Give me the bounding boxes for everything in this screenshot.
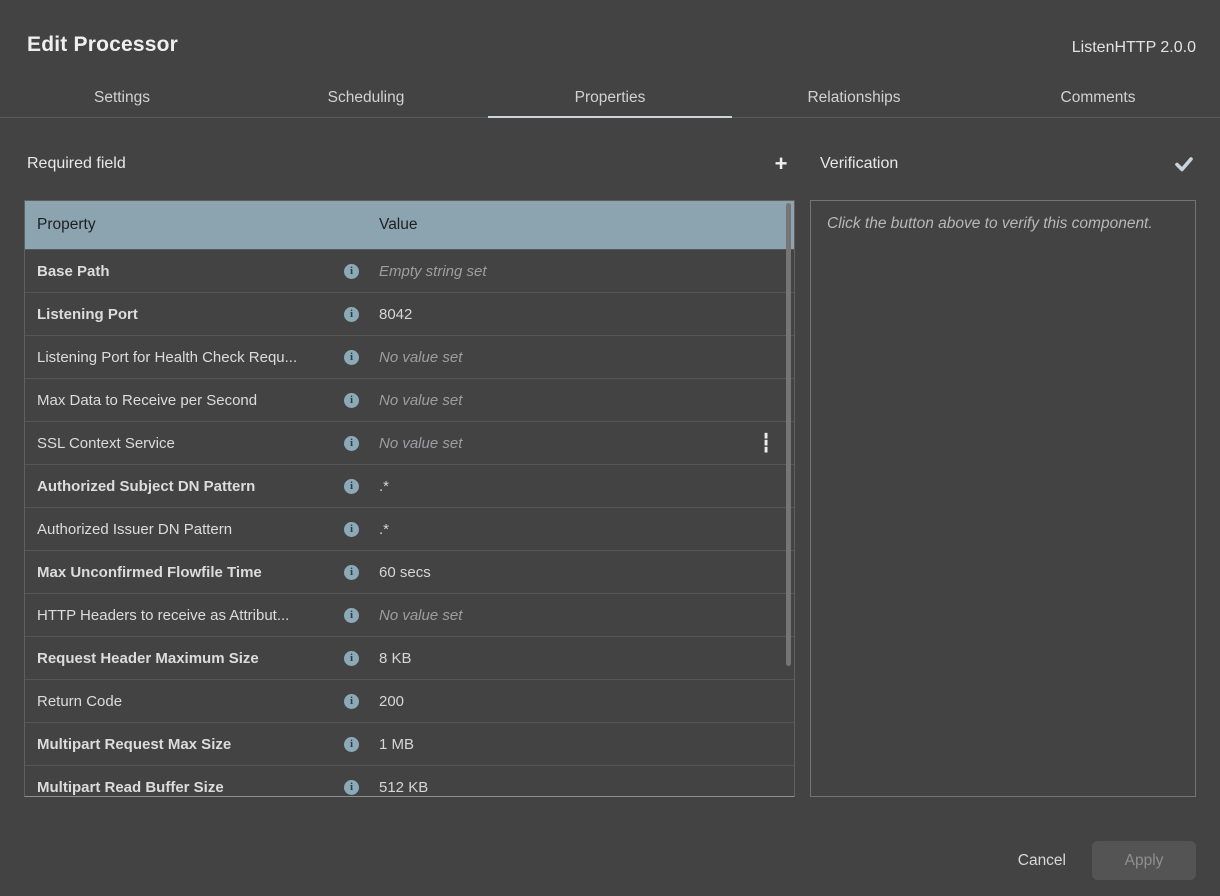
property-name: Multipart Read Buffer Size	[37, 779, 344, 796]
verification-label: Verification	[820, 155, 898, 173]
tab-comments[interactable]: Comments	[976, 78, 1220, 117]
property-name: Listening Port for Health Check Requ...	[37, 349, 344, 366]
info-icon[interactable]: i	[344, 780, 359, 795]
verification-placeholder: Click the button above to verify this co…	[827, 212, 1179, 236]
more-options-icon[interactable]: ▮▮▮	[764, 433, 768, 454]
properties-table: Property Value Base Path i Empty string …	[24, 200, 795, 797]
info-icon[interactable]: i	[344, 264, 359, 279]
info-icon[interactable]: i	[344, 694, 359, 709]
property-value: .*	[379, 478, 389, 495]
info-icon[interactable]: i	[344, 350, 359, 365]
info-icon[interactable]: i	[344, 522, 359, 537]
cancel-button[interactable]: Cancel	[1018, 852, 1066, 870]
property-name: Return Code	[37, 693, 344, 710]
property-value: 1 MB	[379, 736, 414, 753]
property-name: Authorized Subject DN Pattern	[37, 478, 344, 495]
info-icon[interactable]: i	[344, 436, 359, 451]
info-icon[interactable]: i	[344, 651, 359, 666]
plus-icon: +	[775, 153, 788, 175]
property-name: SSL Context Service	[37, 435, 344, 452]
dialog-footer: Cancel Apply	[1018, 841, 1196, 880]
info-icon[interactable]: i	[344, 393, 359, 408]
property-value: 200	[379, 693, 404, 710]
property-name: Base Path	[37, 263, 344, 280]
property-row[interactable]: Authorized Subject DN Pattern i .* ▮▮▮	[25, 465, 794, 508]
property-value: No value set	[379, 435, 462, 452]
property-row[interactable]: Authorized Issuer DN Pattern i .* ▮▮▮	[25, 508, 794, 551]
property-row[interactable]: Return Code i 200 ▮▮▮	[25, 680, 794, 723]
property-value: 8 KB	[379, 650, 412, 667]
property-row[interactable]: SSL Context Service i No value set ▮▮▮	[25, 422, 794, 465]
property-value: No value set	[379, 349, 462, 366]
property-row[interactable]: Multipart Request Max Size i 1 MB ▮▮▮	[25, 723, 794, 766]
check-icon	[1174, 155, 1194, 173]
info-icon[interactable]: i	[344, 307, 359, 322]
info-icon[interactable]: i	[344, 608, 359, 623]
property-row[interactable]: Max Data to Receive per Second i No valu…	[25, 379, 794, 422]
verify-button[interactable]	[1172, 152, 1196, 176]
table-header: Property Value	[25, 201, 794, 250]
property-name: Max Data to Receive per Second	[37, 392, 344, 409]
property-name: Authorized Issuer DN Pattern	[37, 521, 344, 538]
tab-relationships[interactable]: Relationships	[732, 78, 976, 117]
tab-bar: SettingsSchedulingPropertiesRelationship…	[0, 78, 1220, 118]
property-name: Listening Port	[37, 306, 344, 323]
verification-heading-row: Verification	[820, 152, 1196, 176]
property-row[interactable]: Max Unconfirmed Flowfile Time i 60 secs …	[25, 551, 794, 594]
property-value: 8042	[379, 306, 412, 323]
properties-heading-row: Required field +	[27, 152, 793, 176]
tab-properties[interactable]: Properties	[488, 78, 732, 117]
edit-processor-dialog: { "header": { "title": "Edit Processor",…	[0, 0, 1220, 896]
property-name: Request Header Maximum Size	[37, 650, 344, 667]
column-header-value: Value	[379, 216, 418, 234]
verification-panel: Click the button above to verify this co…	[810, 200, 1196, 797]
add-property-button[interactable]: +	[769, 152, 793, 176]
required-field-label: Required field	[27, 155, 126, 173]
property-name: Max Unconfirmed Flowfile Time	[37, 564, 344, 581]
info-icon[interactable]: i	[344, 565, 359, 580]
property-value: No value set	[379, 607, 462, 624]
property-name: HTTP Headers to receive as Attribut...	[37, 607, 344, 624]
property-value: 512 KB	[379, 779, 428, 796]
property-value: .*	[379, 521, 389, 538]
processor-type-version: ListenHTTP 2.0.0	[1072, 39, 1196, 57]
property-row[interactable]: Listening Port i 8042 ▮▮▮	[25, 293, 794, 336]
property-value: No value set	[379, 392, 462, 409]
property-row[interactable]: Request Header Maximum Size i 8 KB ▮▮▮	[25, 637, 794, 680]
info-icon[interactable]: i	[344, 479, 359, 494]
tab-scheduling[interactable]: Scheduling	[244, 78, 488, 117]
property-name: Multipart Request Max Size	[37, 736, 344, 753]
property-value: Empty string set	[379, 263, 487, 280]
tab-settings[interactable]: Settings	[0, 78, 244, 117]
property-value: 60 secs	[379, 564, 431, 581]
dialog-title: Edit Processor	[27, 33, 178, 57]
column-header-property: Property	[25, 216, 379, 234]
info-icon[interactable]: i	[344, 737, 359, 752]
property-row[interactable]: Multipart Read Buffer Size i 512 KB ▮▮▮	[25, 766, 794, 797]
table-scrollbar-thumb[interactable]	[786, 203, 791, 666]
apply-button[interactable]: Apply	[1092, 841, 1196, 880]
property-row[interactable]: HTTP Headers to receive as Attribut... i…	[25, 594, 794, 637]
property-row[interactable]: Base Path i Empty string set ▮▮▮	[25, 250, 794, 293]
property-row[interactable]: Listening Port for Health Check Requ... …	[25, 336, 794, 379]
